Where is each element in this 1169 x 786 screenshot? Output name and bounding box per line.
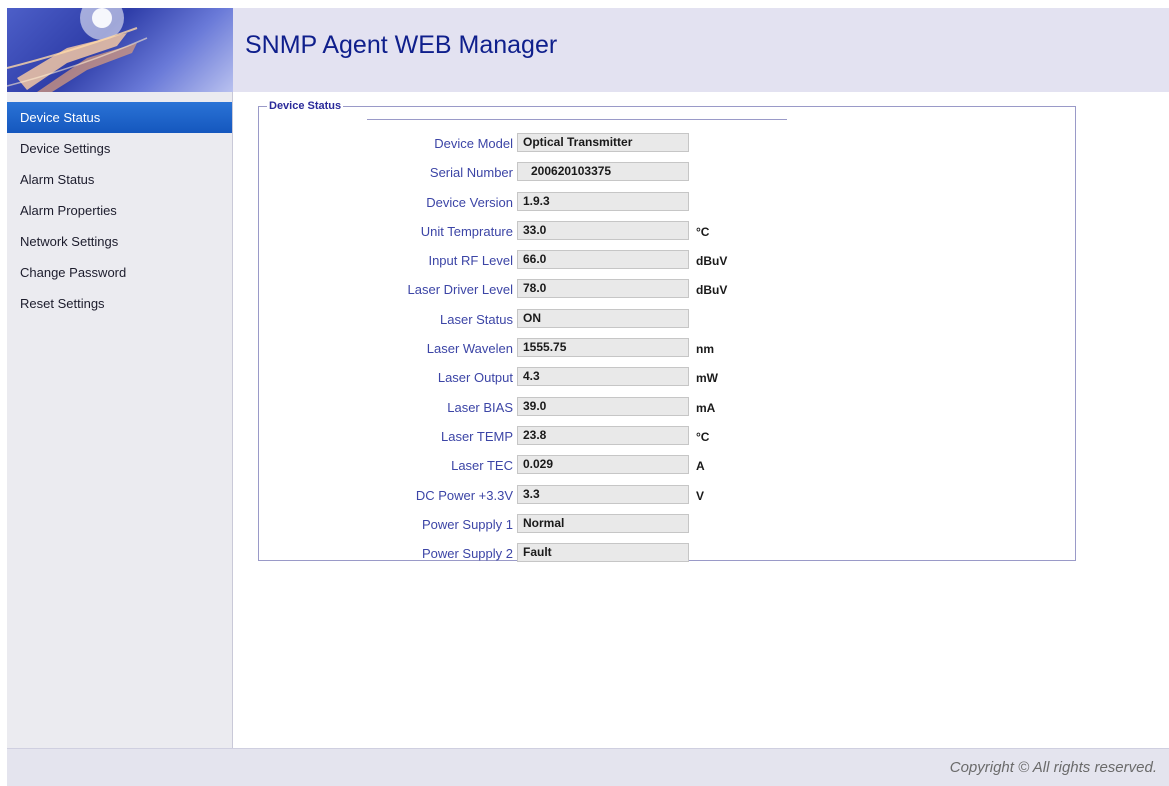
laser-status-value: ON [517,308,689,328]
input-rf-level-value: 66.0 [517,250,689,270]
field-unit: dBuV [696,254,728,269]
field-label: Laser Wavelen [426,341,513,357]
status-row: Laser Wavelen 1555.75 nm [259,335,1075,364]
panel-legend: Device Status [269,100,342,112]
unit-temperature-value: 33.0 [517,220,689,240]
laser-wavelength-value: 1555.75 [517,338,689,358]
field-label: Device Version [426,194,513,210]
laser-output-value: 4.3 [517,367,689,387]
field-label: Laser Driver Level [407,282,514,298]
field-label: Unit Temprature [420,223,513,239]
sidebar-item-device-settings[interactable]: Device Settings [7,133,232,164]
legend-underline [367,119,787,120]
sidebar-item-change-password[interactable]: Change Password [7,257,232,288]
field-unit: nm [696,342,714,357]
field-label: Power Supply 2 [421,546,513,562]
page-header: SNMP Agent WEB Manager [233,8,1169,92]
app-frame: SNMP Agent WEB Manager Device Status Dev… [7,8,1169,786]
status-row: Power Supply 2 Fault [259,540,1075,569]
field-label: Laser Output [437,370,513,386]
app-title: SNMP Agent WEB Manager [245,31,558,59]
status-row: Device Model Optical Transmitter [259,130,1075,159]
field-label: Laser TEC [451,458,513,474]
laser-temp-value: 23.8 [517,425,689,445]
status-rows: Device Model Optical Transmitter Serial … [259,130,1075,569]
status-row: Power Supply 1 Normal [259,511,1075,540]
status-row: Laser Status ON [259,306,1075,335]
field-label: Laser Status [440,311,513,327]
status-row: DC Power +3.3V 3.3 V [259,482,1075,511]
field-label: Power Supply 1 [421,516,513,532]
field-unit: °C [696,429,710,444]
sidebar-item-device-status[interactable]: Device Status [7,102,232,133]
sidebar: Device Status Device Settings Alarm Stat… [7,92,233,748]
power-supply-2-value: Fault [517,543,689,563]
status-row: Laser TEMP 23.8 °C [259,423,1075,452]
field-label: Input RF Level [428,253,513,269]
laser-bias-value: 39.0 [517,396,689,416]
field-label: Serial Number [429,165,513,181]
status-row: Laser TEC 0.029 A [259,452,1075,481]
sidebar-item-network-settings[interactable]: Network Settings [7,226,232,257]
status-row: Unit Temprature 33.0 °C [259,218,1075,247]
copyright-text: Copyright © All rights reserved. [949,759,1157,776]
laser-driver-level-value: 78.0 [517,279,689,299]
field-label: Device Model [434,136,513,151]
field-unit: °C [696,224,710,239]
field-label: Laser BIAS [447,399,513,415]
field-unit: dBuV [696,283,728,298]
power-supply-1-value: Normal [517,513,689,533]
sidebar-item-reset-settings[interactable]: Reset Settings [7,288,232,319]
sidebar-item-alarm-status[interactable]: Alarm Status [7,164,232,195]
field-unit: mW [696,371,718,386]
status-row: Laser Output 4.3 mW [259,364,1075,393]
device-status-panel: Device Status Device Model Optical Trans… [258,100,1076,563]
field-unit: A [696,459,705,474]
status-row: Device Version 1.9.3 [259,189,1075,218]
logo-image [7,8,233,92]
status-row: Serial Number 200620103375 [259,159,1075,188]
main-content: Device Status Device Model Optical Trans… [233,92,1169,748]
dc-power-value: 3.3 [517,484,689,504]
field-unit: mA [696,400,716,415]
field-unit: V [696,488,705,503]
device-model-value: Optical Transmitter [517,133,689,152]
serial-number-value: 200620103375 [517,162,689,182]
device-version-value: 1.9.3 [517,191,689,211]
status-row: Laser BIAS 39.0 mA [259,394,1075,423]
sidebar-item-alarm-properties[interactable]: Alarm Properties [7,195,232,226]
logo-graphic [7,8,148,92]
laser-tec-value: 0.029 [517,455,689,475]
page-footer: Copyright © All rights reserved. [7,748,1169,786]
field-label: Laser TEMP [440,428,513,444]
field-label: DC Power +3.3V [415,487,513,503]
status-row: Laser Driver Level 78.0 dBuV [259,276,1075,305]
status-row: Input RF Level 66.0 dBuV [259,247,1075,276]
